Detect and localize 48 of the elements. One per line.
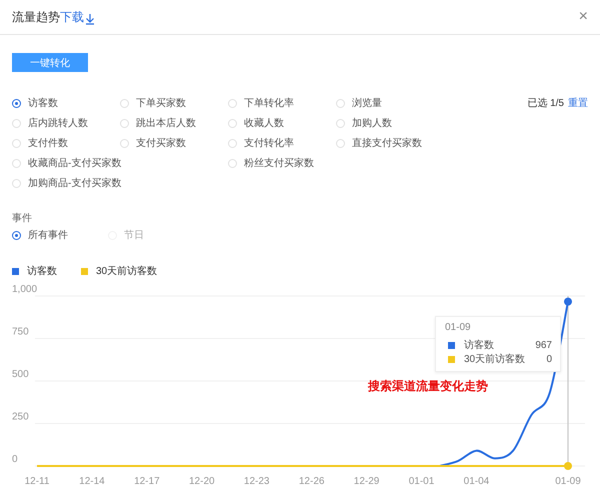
y-axis-label: 250 bbox=[12, 412, 29, 422]
x-axis-label: 01-04 bbox=[464, 476, 490, 487]
tooltip-value: 0 bbox=[546, 354, 552, 364]
metric-radio[interactable]: 收藏商品-支付买家数 bbox=[12, 155, 228, 171]
metric-radio[interactable]: 跳出本店人数 bbox=[120, 115, 228, 131]
metric-radio[interactable]: 下单买家数 bbox=[120, 95, 228, 111]
metric-radio[interactable]: 访客数 bbox=[12, 95, 120, 111]
x-axis-label: 01-09 bbox=[555, 476, 581, 487]
x-axis-label: 12-23 bbox=[244, 476, 270, 487]
metric-radio[interactable]: 下单转化率 bbox=[228, 95, 336, 111]
tooltip-series-name: 30天前访客数 bbox=[464, 352, 526, 366]
metric-radio[interactable]: 支付转化率 bbox=[228, 135, 336, 151]
x-axis-label: 12-14 bbox=[79, 476, 105, 487]
y-axis-label: 500 bbox=[12, 369, 29, 380]
x-axis-label: 12-11 bbox=[24, 476, 50, 487]
close-button[interactable]: × bbox=[578, 8, 588, 26]
event-radio[interactable]: 所有事件 bbox=[12, 227, 68, 243]
y-axis-label: 1,000 bbox=[12, 284, 38, 295]
selection-count: 已选 1/5 bbox=[527, 96, 564, 110]
hover-dot bbox=[564, 462, 572, 470]
chart-annotation: 搜索渠道流量变化走势 bbox=[368, 379, 488, 393]
metric-radio[interactable]: 店内跳转人数 bbox=[12, 115, 120, 131]
metric-radio[interactable]: 粉丝支付买家数 bbox=[228, 155, 336, 171]
legend-item[interactable]: 访客数 bbox=[12, 264, 57, 278]
y-axis-label: 750 bbox=[12, 326, 29, 338]
x-axis-label: 12-26 bbox=[298, 476, 324, 487]
metric-radio[interactable]: 支付买家数 bbox=[120, 135, 228, 151]
metric-radio[interactable]: 浏览量 bbox=[336, 95, 444, 111]
tooltip-value: 967 bbox=[535, 340, 552, 350]
x-axis-label: 12-20 bbox=[189, 476, 215, 487]
metric-radio[interactable]: 直接支付买家数 bbox=[336, 135, 444, 151]
legend-item[interactable]: 30天前访客数 bbox=[81, 264, 158, 278]
tooltip-series-name: 访客数 bbox=[464, 338, 494, 352]
x-axis-label: 12-17 bbox=[134, 476, 160, 487]
download-icon bbox=[85, 13, 95, 25]
hover-dot bbox=[564, 298, 572, 306]
x-axis-label: 01-01 bbox=[408, 476, 434, 487]
download-link[interactable]: 下载 bbox=[60, 8, 95, 26]
tooltip-date: 01-09 bbox=[445, 322, 472, 333]
reset-link[interactable]: 重置 bbox=[568, 96, 588, 110]
dialog-title: 流量趋势 bbox=[12, 8, 60, 26]
metric-radio[interactable]: 加购人数 bbox=[336, 115, 444, 131]
metric-radio[interactable]: 支付件数 bbox=[12, 135, 120, 151]
metric-radio[interactable]: 加购商品-支付买家数 bbox=[12, 175, 228, 191]
metric-radio[interactable]: 收藏人数 bbox=[228, 115, 336, 131]
y-axis-label: 0 bbox=[12, 454, 18, 465]
events-label: 事件 bbox=[12, 212, 33, 225]
x-axis-label: 12-29 bbox=[354, 476, 380, 487]
